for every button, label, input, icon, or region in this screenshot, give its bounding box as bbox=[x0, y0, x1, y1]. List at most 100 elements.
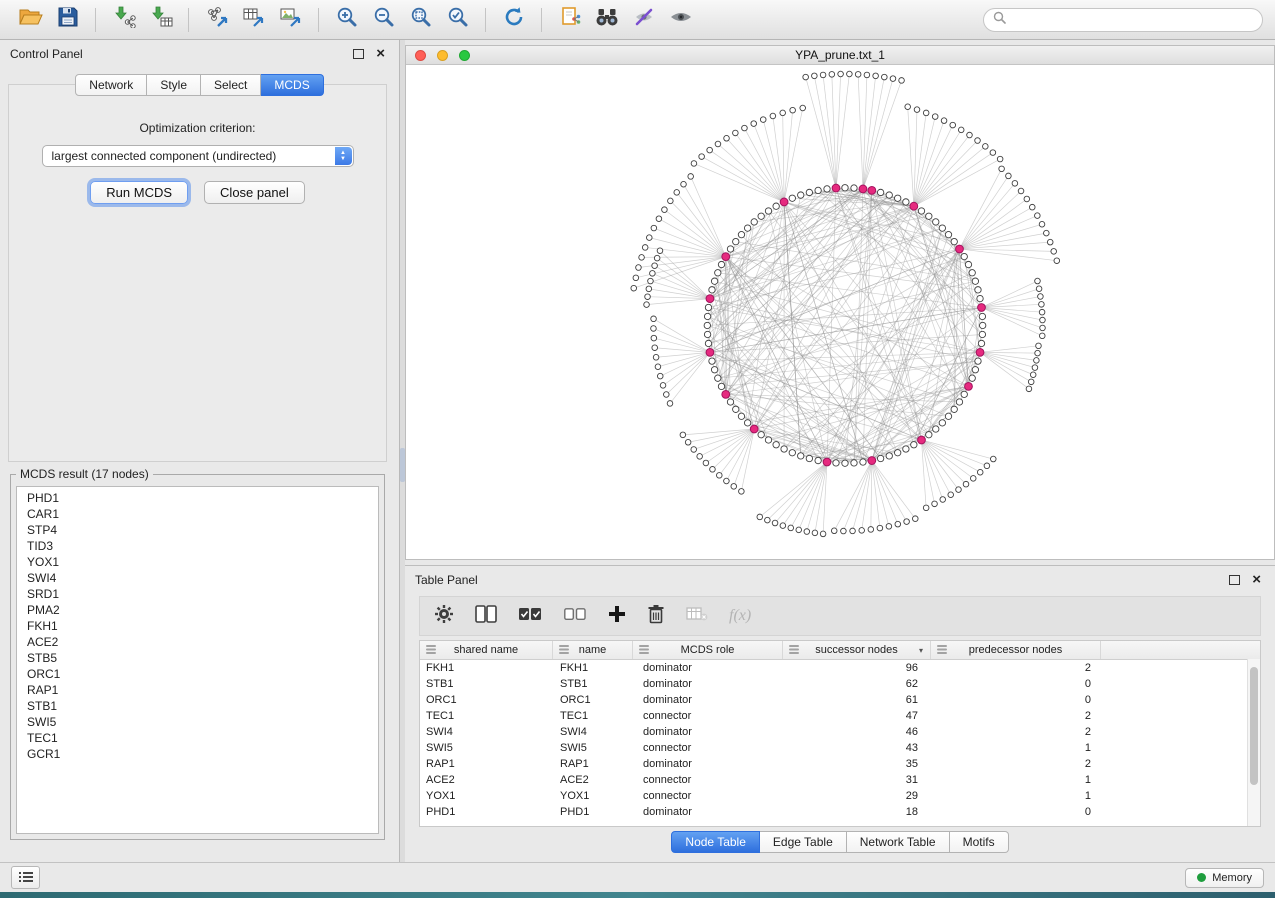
mcds-result-item[interactable]: STP4 bbox=[17, 522, 378, 538]
hide-style-button[interactable] bbox=[625, 4, 662, 36]
column-header-shared-name[interactable]: shared name bbox=[420, 641, 553, 659]
table-options-button[interactable] bbox=[434, 604, 454, 629]
table-row[interactable]: SWI5SWI5connector431 bbox=[420, 740, 1260, 756]
mcds-tab-content: Optimization criterion: largest connecte… bbox=[8, 84, 387, 462]
share-document-button[interactable] bbox=[551, 4, 588, 36]
close-panel-icon[interactable]: × bbox=[376, 49, 385, 59]
maximize-window-icon[interactable] bbox=[459, 50, 470, 61]
import-table-button[interactable] bbox=[142, 4, 179, 36]
fx-icon: f(x) bbox=[729, 607, 751, 625]
show-graphics-button[interactable] bbox=[662, 4, 699, 36]
minimize-window-icon[interactable] bbox=[437, 50, 448, 61]
deselect-all-button[interactable] bbox=[563, 606, 587, 627]
column-menu-icon[interactable] bbox=[789, 645, 799, 657]
zoom-selected-button[interactable] bbox=[439, 4, 476, 36]
network-canvas[interactable] bbox=[406, 64, 1274, 559]
table-scrollbar[interactable] bbox=[1247, 659, 1260, 826]
export-image-button[interactable] bbox=[272, 4, 309, 36]
run-mcds-button[interactable]: Run MCDS bbox=[90, 181, 188, 204]
search-area bbox=[983, 8, 1263, 32]
tab-network-table[interactable]: Network Table bbox=[847, 831, 950, 853]
column-header-name[interactable]: name bbox=[553, 641, 633, 659]
tab-motifs[interactable]: Motifs bbox=[950, 831, 1009, 853]
column-menu-icon[interactable] bbox=[426, 645, 436, 657]
column-header-predecessor-nodes[interactable]: predecessor nodes bbox=[931, 641, 1101, 659]
mcds-result-item[interactable]: PMA2 bbox=[17, 602, 378, 618]
tab-mcds[interactable]: MCDS bbox=[261, 74, 323, 96]
open-file-button[interactable] bbox=[12, 4, 49, 36]
optimization-criterion-label: Optimization criterion: bbox=[9, 121, 386, 135]
mcds-result-item[interactable]: ORC1 bbox=[17, 666, 378, 682]
mcds-result-item[interactable]: ACE2 bbox=[17, 634, 378, 650]
mcds-result-item[interactable]: TEC1 bbox=[17, 730, 378, 746]
table-row[interactable]: ORC1ORC1dominator610 bbox=[420, 692, 1260, 708]
mcds-result-item[interactable]: SWI5 bbox=[17, 714, 378, 730]
table-row[interactable]: SWI4SWI4dominator462 bbox=[420, 724, 1260, 740]
network-titlebar[interactable]: YPA_prune.txt_1 bbox=[406, 46, 1274, 65]
mcds-result-item[interactable]: RAP1 bbox=[17, 682, 378, 698]
table-row[interactable]: STB1STB1dominator620 bbox=[420, 676, 1260, 692]
delete-column-button[interactable] bbox=[647, 604, 665, 629]
show-columns-button[interactable] bbox=[475, 605, 497, 628]
cell-name: SWI4 bbox=[553, 726, 633, 738]
tab-network[interactable]: Network bbox=[75, 74, 147, 96]
zoom-in-button[interactable] bbox=[328, 4, 365, 36]
export-table-button[interactable] bbox=[235, 4, 272, 36]
add-column-button[interactable] bbox=[608, 605, 626, 628]
search-box[interactable] bbox=[983, 8, 1263, 32]
tab-node-table[interactable]: Node Table bbox=[671, 831, 760, 853]
column-menu-icon[interactable] bbox=[639, 645, 649, 657]
close-window-icon[interactable] bbox=[415, 50, 426, 61]
scrollbar-thumb[interactable] bbox=[1250, 667, 1258, 785]
mcds-result-item[interactable]: CAR1 bbox=[17, 506, 378, 522]
tab-style[interactable]: Style bbox=[147, 74, 201, 96]
mcds-result-item[interactable]: STB1 bbox=[17, 698, 378, 714]
mcds-result-item[interactable]: SWI4 bbox=[17, 570, 378, 586]
task-history-button[interactable] bbox=[11, 866, 40, 889]
refresh-button[interactable] bbox=[495, 4, 532, 36]
zoom-fit-button[interactable] bbox=[402, 4, 439, 36]
mcds-result-item[interactable]: PHD1 bbox=[17, 490, 378, 506]
column-menu-icon[interactable] bbox=[559, 645, 569, 657]
search-input[interactable] bbox=[1012, 12, 1253, 28]
column-header-successor-nodes[interactable]: successor nodes▾ bbox=[783, 641, 931, 659]
cell-predecessor-nodes: 2 bbox=[931, 662, 1101, 674]
mcds-result-item[interactable]: TID3 bbox=[17, 538, 378, 554]
plus-icon bbox=[608, 605, 626, 628]
table-row[interactable]: FKH1FKH1dominator962 bbox=[420, 660, 1260, 676]
table-row[interactable]: YOX1YOX1connector291 bbox=[420, 788, 1260, 804]
column-header-mcds-role[interactable]: MCDS role bbox=[633, 641, 783, 659]
table-header: shared namenameMCDS rolesuccessor nodes▾… bbox=[420, 641, 1260, 660]
optimization-criterion-dropdown[interactable]: largest connected component (undirected)… bbox=[42, 145, 354, 167]
table-row[interactable]: PHD1PHD1dominator180 bbox=[420, 804, 1260, 820]
memory-label: Memory bbox=[1212, 872, 1252, 884]
close-panel-icon[interactable]: × bbox=[1252, 575, 1261, 585]
search-network-button[interactable] bbox=[588, 4, 625, 36]
table-row[interactable]: TEC1TEC1connector472 bbox=[420, 708, 1260, 724]
sort-indicator-icon[interactable]: ▾ bbox=[919, 646, 923, 655]
float-panel-icon[interactable] bbox=[1229, 575, 1240, 585]
save-session-button[interactable] bbox=[49, 4, 86, 36]
select-all-button[interactable] bbox=[518, 606, 542, 627]
tab-select[interactable]: Select bbox=[201, 74, 261, 96]
network-graph bbox=[406, 64, 1274, 559]
mcds-result-item[interactable]: STB5 bbox=[17, 650, 378, 666]
mcds-result-item[interactable]: FKH1 bbox=[17, 618, 378, 634]
cell-predecessor-nodes: 2 bbox=[931, 710, 1101, 722]
zoom-out-button[interactable] bbox=[365, 4, 402, 36]
function-builder-button: f(x) bbox=[729, 607, 751, 625]
memory-button[interactable]: Memory bbox=[1185, 868, 1264, 888]
mcds-result-item[interactable]: GCR1 bbox=[17, 746, 378, 762]
float-panel-icon[interactable] bbox=[353, 49, 364, 59]
mcds-result-list[interactable]: PHD1CAR1STP4TID3YOX1SWI4SRD1PMA2FKH1ACE2… bbox=[16, 486, 379, 834]
mcds-result-item[interactable]: YOX1 bbox=[17, 554, 378, 570]
table-row[interactable]: RAP1RAP1dominator352 bbox=[420, 756, 1260, 772]
mcds-result-item[interactable]: SRD1 bbox=[17, 586, 378, 602]
import-network-button[interactable] bbox=[105, 4, 142, 36]
export-network-button[interactable] bbox=[198, 4, 235, 36]
tab-edge-table[interactable]: Edge Table bbox=[760, 831, 847, 853]
column-menu-icon[interactable] bbox=[937, 645, 947, 657]
table-row[interactable]: ACE2ACE2connector311 bbox=[420, 772, 1260, 788]
main-toolbar bbox=[0, 0, 1275, 40]
close-panel-button[interactable]: Close panel bbox=[204, 181, 305, 204]
